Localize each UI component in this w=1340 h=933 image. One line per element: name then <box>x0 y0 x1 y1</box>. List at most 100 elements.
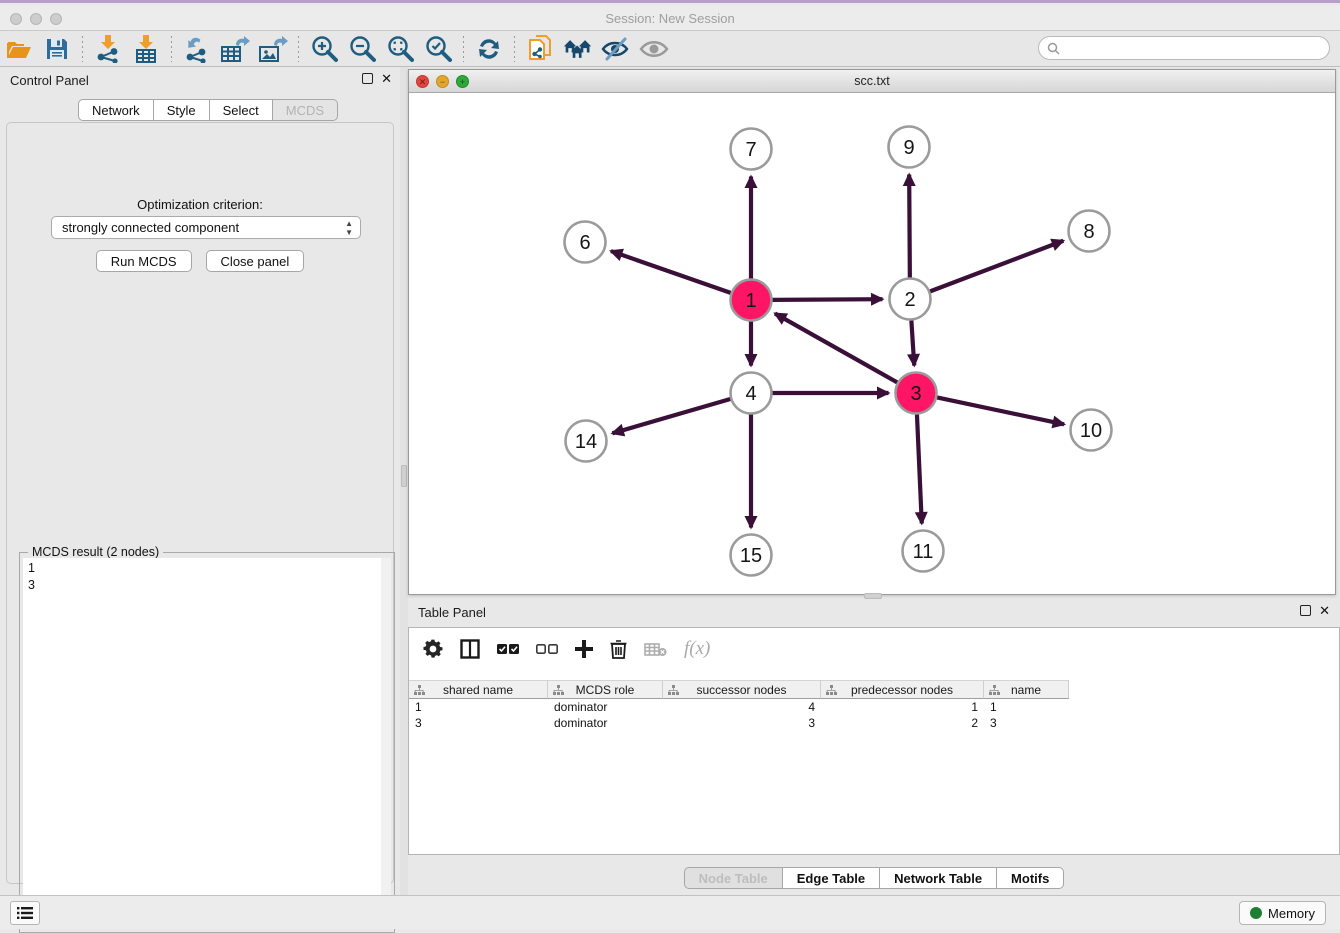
edge-3-11[interactable] <box>917 414 922 523</box>
close-panel-button[interactable]: Close panel <box>206 250 305 272</box>
float-panel-icon[interactable] <box>362 73 373 84</box>
table-panel: Table Panel ✕ <box>408 599 1340 895</box>
function-builder-icon[interactable]: f(x) <box>684 638 710 660</box>
table-header-row: shared nameMCDS rolesuccessor nodesprede… <box>409 680 1069 699</box>
svg-text:6: 6 <box>579 232 590 254</box>
search-icon <box>1047 42 1060 55</box>
table-panel-title: Table Panel <box>418 605 486 620</box>
graph-node-8[interactable]: 8 <box>1069 211 1110 252</box>
first-neighbors-icon[interactable] <box>563 34 593 64</box>
splitter-grip[interactable] <box>401 465 407 487</box>
import-network-icon[interactable] <box>93 34 123 64</box>
delete-table-icon[interactable] <box>644 642 667 657</box>
copy-network-icon[interactable] <box>525 34 555 64</box>
table-cell: 3 <box>663 716 821 732</box>
edge-1-2[interactable] <box>772 299 882 300</box>
column-header-MCDS-role[interactable]: MCDS role <box>548 680 663 699</box>
column-header-successor-nodes[interactable]: successor nodes <box>663 680 821 699</box>
mcds-result-group: MCDS result (2 nodes) 1 3 <box>19 552 395 933</box>
network-view-window: ✕ − + scc.txt 7 9 6 8 1 2 4 3 14 10 15 11 <box>408 69 1336 595</box>
graph-node-9[interactable]: 9 <box>889 127 930 168</box>
edge-2-3[interactable] <box>911 320 914 365</box>
vertical-splitter[interactable] <box>400 67 408 895</box>
show-all-icon[interactable] <box>639 34 669 64</box>
save-session-icon[interactable] <box>42 34 72 64</box>
export-image-icon[interactable] <box>258 34 288 64</box>
titlebar: Session: New Session <box>0 6 1340 31</box>
tab-node-table[interactable]: Node Table <box>684 867 783 889</box>
gear-icon[interactable] <box>423 639 443 659</box>
close-panel-icon[interactable]: ✕ <box>381 73 392 84</box>
zoom-selected-icon[interactable] <box>423 34 453 64</box>
column-header-name[interactable]: name <box>984 680 1069 699</box>
tab-network-table[interactable]: Network Table <box>880 867 997 889</box>
graph-node-10[interactable]: 10 <box>1071 410 1112 451</box>
table-toolbar: f(x) <box>409 628 1339 670</box>
float-table-panel-icon[interactable] <box>1300 605 1311 616</box>
toolbar-separator <box>463 36 464 62</box>
tab-style[interactable]: Style <box>154 99 210 121</box>
tab-edge-table[interactable]: Edge Table <box>783 867 880 889</box>
edge-1-6[interactable] <box>611 251 731 293</box>
memory-button-label: Memory <box>1268 906 1315 921</box>
edge-2-9[interactable] <box>909 174 910 277</box>
split-columns-icon[interactable] <box>460 639 480 659</box>
network-window-titlebar[interactable]: ✕ − + scc.txt <box>409 70 1335 93</box>
mcds-result-text[interactable]: 1 3 <box>23 558 381 929</box>
tab-motifs[interactable]: Motifs <box>997 867 1064 889</box>
zoom-in-icon[interactable] <box>309 34 339 64</box>
export-network-icon[interactable] <box>182 34 212 64</box>
hide-selected-icon[interactable] <box>601 34 631 64</box>
optimization-criterion-select[interactable]: strongly connected component ▲▼ <box>51 216 361 239</box>
close-table-panel-icon[interactable]: ✕ <box>1319 605 1330 616</box>
dropdown-selected-value: strongly connected component <box>62 220 239 235</box>
run-mcds-button[interactable]: Run MCDS <box>96 250 192 272</box>
import-table-icon[interactable] <box>131 34 161 64</box>
edge-3-1[interactable] <box>775 314 897 383</box>
control-panel-title: Control Panel <box>10 73 89 88</box>
edge-4-14[interactable] <box>612 399 730 433</box>
task-history-button[interactable] <box>10 901 40 925</box>
table-panel-tabs: Node Table Edge Table Network Table Moti… <box>408 867 1340 889</box>
memory-button[interactable]: Memory <box>1239 901 1326 925</box>
svg-text:14: 14 <box>575 431 597 453</box>
table-panel-header: Table Panel ✕ <box>408 599 1340 625</box>
network-canvas[interactable]: 7 9 6 8 1 2 4 3 14 10 15 11 <box>409 93 1335 594</box>
graph-node-15[interactable]: 15 <box>731 535 772 576</box>
edge-3-10[interactable] <box>937 397 1064 424</box>
select-all-columns-icon[interactable] <box>497 643 519 655</box>
graph-node-6[interactable]: 6 <box>565 222 606 263</box>
graph-node-2[interactable]: 2 <box>890 279 931 320</box>
table-cell: 1 <box>984 700 1069 716</box>
add-icon[interactable] <box>575 640 593 658</box>
open-file-icon[interactable] <box>4 34 34 64</box>
refresh-icon[interactable] <box>474 34 504 64</box>
export-table-icon[interactable] <box>220 34 250 64</box>
table-row[interactable]: 1dominator411 <box>409 700 1339 716</box>
svg-text:10: 10 <box>1080 420 1102 442</box>
tab-network[interactable]: Network <box>78 99 154 121</box>
search-box[interactable] <box>1038 36 1330 60</box>
table-row[interactable]: 3dominator323 <box>409 716 1339 732</box>
node-table-container: f(x) shared nameMCDS rolesuccessor nodes… <box>408 627 1340 855</box>
graph-node-1[interactable]: 1 <box>731 280 772 321</box>
tab-select[interactable]: Select <box>210 99 273 121</box>
search-input[interactable] <box>1060 41 1329 55</box>
edge-2-8[interactable] <box>930 241 1063 292</box>
result-scrollbar[interactable] <box>381 558 391 929</box>
main-toolbar <box>0 31 1340 67</box>
graph-node-14[interactable]: 14 <box>566 421 607 462</box>
graph-node-3[interactable]: 3 <box>896 373 937 414</box>
zoom-fit-icon[interactable] <box>385 34 415 64</box>
column-header-predecessor-nodes[interactable]: predecessor nodes <box>821 680 984 699</box>
table-cell: 3 <box>409 716 548 732</box>
list-icon <box>17 906 33 920</box>
graph-node-7[interactable]: 7 <box>731 129 772 170</box>
zoom-out-icon[interactable] <box>347 34 377 64</box>
graph-node-11[interactable]: 11 <box>903 531 944 572</box>
graph-node-4[interactable]: 4 <box>731 373 772 414</box>
column-header-shared-name[interactable]: shared name <box>409 680 548 699</box>
tab-mcds[interactable]: MCDS <box>273 99 338 121</box>
delete-icon[interactable] <box>610 639 627 659</box>
deselect-all-columns-icon[interactable] <box>536 643 558 655</box>
